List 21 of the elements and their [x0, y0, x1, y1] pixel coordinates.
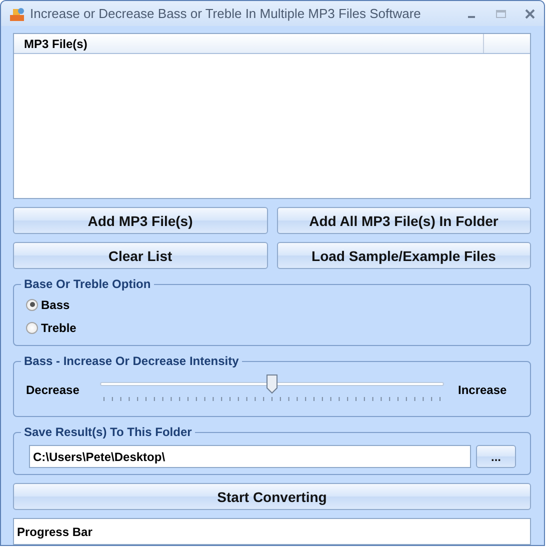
- start-converting-button[interactable]: Start Converting: [13, 483, 531, 510]
- slider-thumb[interactable]: [266, 374, 278, 394]
- radio-option[interactable]: Bass: [26, 293, 518, 316]
- group-title: Save Result(s) To This Folder: [23, 425, 193, 439]
- browse-button[interactable]: ...: [476, 445, 516, 468]
- close-icon[interactable]: [524, 8, 536, 20]
- group-title: Bass - Increase Or Decrease Intensity: [23, 354, 240, 368]
- clear-list-button[interactable]: Clear List: [13, 242, 268, 269]
- max-label: Increase: [458, 383, 507, 397]
- group-title: Base Or Treble Option: [23, 277, 152, 291]
- min-label: Decrease: [26, 383, 80, 397]
- file-list[interactable]: MP3 File(s): [13, 33, 531, 199]
- add-files-button[interactable]: Add All MP3 File(s) In Folder: [276, 207, 531, 234]
- window-title: Increase or Decrease Bass or Treble In Multiple MP3 Files Software: [30, 6, 422, 21]
- add-files-button[interactable]: Add MP3 File(s): [13, 207, 268, 234]
- radio-option[interactable]: Treble: [26, 316, 518, 339]
- load-sample-button[interactable]: Load Sample/Example Files: [276, 242, 531, 269]
- folder-path-field[interactable]: C:\Users\Pete\Desktop\: [29, 445, 471, 468]
- radio-icon[interactable]: [26, 298, 38, 310]
- app-icon: [9, 6, 25, 22]
- radio-icon[interactable]: [26, 322, 38, 334]
